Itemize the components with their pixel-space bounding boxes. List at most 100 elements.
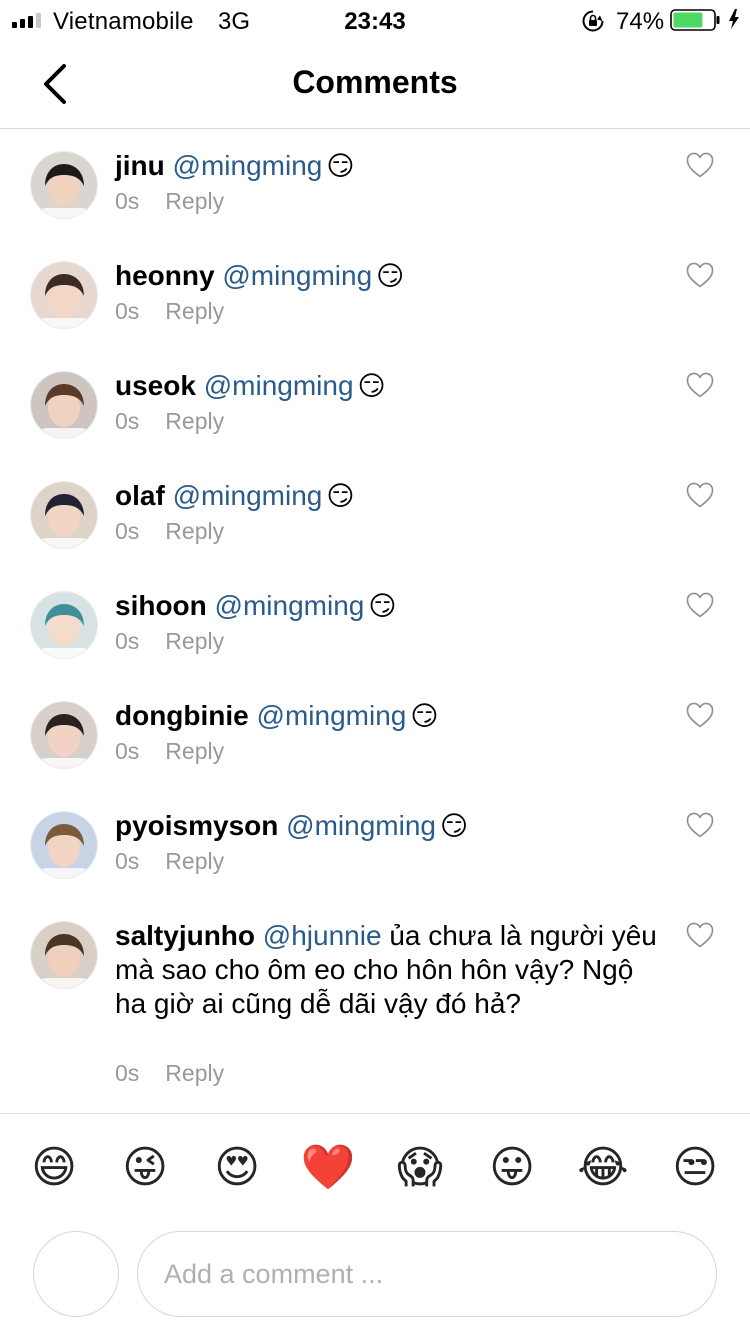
comment-username[interactable]: sihoon [115,590,207,621]
comment-avatar[interactable] [31,592,97,658]
comment-text: jinu @mingming 😏 [115,149,665,183]
heart-icon [686,702,714,728]
comment-text: olaf @mingming 😏 [115,479,665,513]
comment-row: olaf @mingming 😏 0s Reply [0,459,750,569]
comment-meta: 0s Reply [115,1060,224,1087]
comment-mention[interactable]: @mingming [173,150,323,181]
comment-time: 0s [115,848,140,874]
comment-meta: 0s Reply [115,738,224,765]
reply-button[interactable]: Reply [165,298,224,325]
comment-mention[interactable]: @hjunnie [263,920,382,951]
like-button[interactable] [686,592,714,618]
reply-button[interactable]: Reply [165,408,224,435]
like-button[interactable] [686,262,714,288]
comment-username[interactable]: pyoismyson [115,810,278,841]
charging-icon [728,8,740,37]
battery-percent: 74% [616,8,665,35]
comment-meta: 0s Reply [115,188,224,215]
comment-emoji: 😏 [410,701,439,731]
comment-avatar[interactable] [31,482,97,548]
heart-icon [686,152,714,178]
comment-emoji: 😏 [439,811,469,841]
comment-row: sihoon @mingming 😏 0s Reply [0,569,750,679]
comment-emoji: 😏 [326,481,355,511]
reply-button[interactable]: Reply [165,848,224,875]
comment-meta: 0s Reply [115,298,224,325]
heart-icon [686,262,714,288]
comment-text: heonny @mingming 😏 [115,259,665,293]
like-button[interactable] [686,482,714,508]
reply-button[interactable]: Reply [165,738,224,765]
battery-icon [670,9,720,38]
quick-emoji-bar: 😄 😜 😍 ❤️ 😱 😛 😂 😒 [0,1140,750,1200]
comment-username[interactable]: jinu [115,150,165,181]
comment-avatar[interactable] [31,812,97,878]
like-button[interactable] [686,372,714,398]
like-button[interactable] [686,152,714,178]
comment-emoji: 😏 [357,371,386,401]
current-user-avatar [33,1231,119,1317]
comment-row: saltyjunho @hjunnie ủa chưa là người yêu… [0,899,750,1099]
quick-emoji-button[interactable]: 😄 [26,1140,82,1196]
comment-time: 0s [115,738,140,764]
comment-row: useok @mingming 😏 0s Reply [0,349,750,459]
comment-mention[interactable]: @mingming [222,260,372,291]
comment-avatar[interactable] [31,372,97,438]
comment-meta: 0s Reply [115,518,224,545]
comment-time: 0s [115,408,140,434]
comment-row: heonny @mingming 😏 0s Reply [0,239,750,349]
reply-button[interactable]: Reply [165,518,224,545]
comment-input[interactable] [137,1231,717,1317]
reply-button[interactable]: Reply [165,188,224,215]
comment-username[interactable]: saltyjunho [115,920,255,951]
comment-mention[interactable]: @mingming [215,590,365,621]
heart-icon [686,372,714,398]
comment-text: useok @mingming 😏 [115,369,665,403]
quick-emoji-button[interactable]: 😒 [667,1140,723,1196]
quick-emoji-button[interactable]: ❤️ [300,1140,356,1196]
comment-emoji: 😏 [376,261,405,291]
comment-username[interactable]: olaf [115,480,165,511]
like-button[interactable] [686,812,714,838]
comment-text: saltyjunho @hjunnie ủa chưa là người yêu… [115,919,665,1021]
comment-mention[interactable]: @mingming [173,480,323,511]
quick-emoji-button[interactable]: 😍 [209,1140,265,1196]
comment-time: 0s [115,1060,140,1086]
comment-time: 0s [115,188,140,214]
comment-avatar[interactable] [31,702,97,768]
comment-time: 0s [115,628,140,654]
heart-icon [686,482,714,508]
heart-icon [686,922,714,948]
comment-text: dongbinie @mingming 😏 [115,699,665,733]
comment-mention[interactable]: @mingming [204,370,354,401]
quick-emoji-button[interactable]: 😱 [392,1140,448,1196]
quick-emoji-button[interactable]: 😛 [484,1140,540,1196]
reply-button[interactable]: Reply [165,628,224,655]
comment-username[interactable]: dongbinie [115,700,249,731]
comment-emoji: 😏 [326,151,355,181]
heart-icon [686,592,714,618]
comment-meta: 0s Reply [115,628,224,655]
quick-emoji-button[interactable]: 😜 [117,1140,173,1196]
like-button[interactable] [686,922,714,948]
comment-avatar[interactable] [31,152,97,218]
comment-meta: 0s Reply [115,408,224,435]
comment-text: sihoon @mingming 😏 [115,589,665,623]
comment-mention[interactable]: @mingming [286,810,436,841]
comment-username[interactable]: heonny [115,260,215,291]
divider [0,1113,750,1114]
comment-row: jinu @mingming 😏 0s Reply [0,129,750,239]
heart-icon [686,812,714,838]
reply-button[interactable]: Reply [165,1060,224,1087]
comment-row: dongbinie @mingming 😏 0s Reply [0,679,750,789]
nav-bar: Comments [0,40,750,129]
like-button[interactable] [686,702,714,728]
comment-username[interactable]: useok [115,370,196,401]
comment-row: pyoismyson @mingming 😏 0s Reply [0,789,750,899]
comment-avatar[interactable] [31,262,97,328]
quick-emoji-button[interactable]: 😂 [575,1140,631,1196]
page-title: Comments [292,64,458,100]
comment-meta: 0s Reply [115,848,224,875]
comment-mention[interactable]: @mingming [257,700,407,731]
comment-avatar[interactable] [31,922,97,988]
